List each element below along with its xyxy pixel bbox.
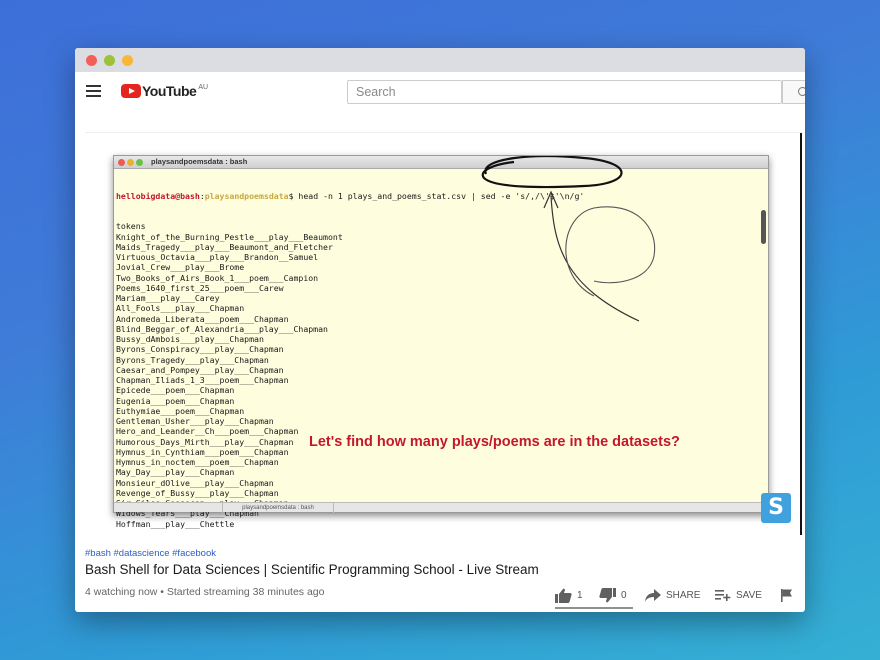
save-button[interactable]: SAVE	[715, 580, 762, 610]
video-actions: 1 0 SHARE SAVE	[555, 580, 805, 610]
hand-drawn-annotation	[481, 156, 656, 322]
flag-icon	[781, 588, 792, 602]
loop-mark	[565, 206, 656, 297]
search-input[interactable]: Search	[347, 80, 782, 104]
output-line: Hoffman___play___Chettle	[116, 518, 235, 529]
like-ratio-bar	[555, 607, 633, 609]
window-titlebar	[75, 48, 805, 72]
close-window-button[interactable]	[86, 55, 97, 66]
like-count: 1	[577, 589, 583, 601]
share-button[interactable]: SHARE	[645, 580, 700, 610]
thumbs-up-icon	[555, 588, 572, 603]
like-button[interactable]: 1	[555, 580, 583, 610]
maximize-window-button[interactable]	[122, 55, 133, 66]
report-button[interactable]	[781, 580, 798, 610]
browser-window: YouTube AU Search playsandpoemsdata : ba…	[75, 48, 805, 612]
channel-badge: S	[761, 493, 791, 523]
save-label: SAVE	[736, 589, 762, 601]
logo-text: YouTube	[142, 83, 197, 99]
minimize-window-button[interactable]	[104, 55, 115, 66]
thumbs-down-icon	[599, 587, 616, 602]
annotation-text: Let's find how many plays/poems are in t…	[309, 434, 680, 450]
dislike-button[interactable]: 0	[599, 580, 627, 610]
arrow-line	[550, 195, 640, 322]
dislike-count: 0	[621, 589, 627, 601]
search-button[interactable]	[782, 80, 805, 104]
terminal-window: playsandpoemsdata : bash hellobigdata@ba…	[113, 155, 769, 529]
logo-region: AU	[198, 83, 209, 91]
share-label: SHARE	[666, 589, 701, 601]
youtube-logo[interactable]: YouTube AU	[121, 82, 208, 100]
playlist-add-icon	[715, 590, 731, 601]
circle-mark	[481, 156, 623, 189]
youtube-header: YouTube AU Search	[75, 72, 805, 110]
menu-icon[interactable]	[86, 85, 101, 97]
video-meta: 4 watching now • Started streaming 38 mi…	[85, 586, 325, 598]
youtube-play-icon	[121, 84, 141, 98]
search-icon	[798, 87, 805, 96]
hashtags[interactable]: #bash #datascience #facebook	[85, 548, 216, 559]
share-icon	[645, 588, 661, 602]
player-edge	[800, 133, 802, 535]
video-title: Bash Shell for Data Sciences | Scientifi…	[85, 562, 539, 577]
video-player[interactable]: playsandpoemsdata : bash hellobigdata@ba…	[85, 132, 802, 535]
